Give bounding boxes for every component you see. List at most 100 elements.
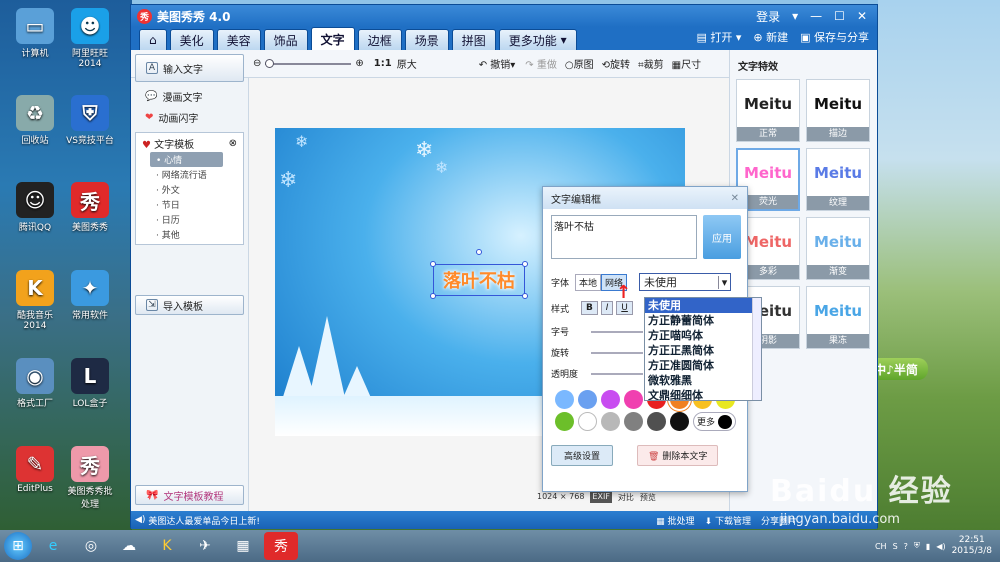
color-swatch[interactable] — [601, 390, 620, 409]
compare-button[interactable]: 对比 — [618, 492, 634, 503]
resize-handle[interactable] — [430, 293, 436, 299]
chevron-down-icon[interactable]: ▾ — [718, 275, 730, 289]
opacity-slider[interactable] — [591, 372, 643, 375]
apply-button[interactable]: 应用 — [703, 215, 741, 259]
dialog-close-icon[interactable]: ✕ — [731, 193, 739, 204]
status-tip[interactable]: 美图达人最爱单品今日上新! — [148, 514, 260, 527]
tab-more[interactable]: 更多功能 ▾ — [498, 29, 577, 50]
undo-button[interactable]: ↶ 撤销▾ — [479, 56, 516, 71]
italic-button[interactable]: I — [600, 301, 614, 315]
font-local-tab[interactable]: 本地 — [575, 273, 602, 291]
ie-icon[interactable]: e — [36, 532, 70, 560]
color-swatch[interactable] — [601, 412, 620, 431]
desktop-icon[interactable]: ⛨ VS竞技平台 — [60, 95, 120, 146]
template-item[interactable]: • 心情 — [150, 152, 223, 167]
video-icon[interactable]: ▦ — [226, 532, 260, 560]
cloud-icon[interactable]: ☁ — [112, 532, 146, 560]
desktop-icon[interactable]: ☻ 阿里旺旺 2014 — [60, 8, 120, 69]
tab-border[interactable]: 边框 — [357, 29, 402, 50]
tray-icon[interactable]: S — [893, 542, 898, 551]
exif-button[interactable]: EXIF — [590, 492, 612, 503]
desktop-icon[interactable]: K 酷我音乐 2014 — [5, 270, 65, 331]
minimize-icon[interactable]: — — [810, 9, 822, 23]
save-button[interactable]: ▣ 保存与分享 — [800, 29, 869, 45]
open-button[interactable]: ▤ 打开 ▾ — [696, 29, 741, 45]
effect-tile[interactable]: Meitu 正常 — [736, 79, 800, 142]
template-item[interactable]: · 节日 — [136, 197, 243, 212]
original-button[interactable]: ○原图 — [565, 56, 594, 71]
input-text-button[interactable]: A 输入文字 — [135, 54, 244, 82]
template-item[interactable]: · 其他 — [136, 227, 243, 242]
color-swatch[interactable] — [670, 412, 689, 431]
tab-text[interactable]: 文字 — [310, 27, 355, 50]
language-indicator[interactable]: CH — [875, 542, 887, 551]
zoom-slider-thumb[interactable] — [265, 58, 275, 68]
text-input[interactable]: 落叶不枯 — [551, 215, 697, 259]
font-option[interactable]: 方正静蕾简体 — [645, 313, 761, 328]
bold-button[interactable]: B — [581, 301, 598, 315]
meitu-taskbar-icon[interactable]: 秀 — [264, 532, 298, 560]
color-swatch[interactable] — [647, 412, 666, 431]
start-button[interactable]: ⊞ — [4, 532, 32, 560]
color-swatch[interactable] — [624, 412, 643, 431]
effect-tile[interactable]: Meitu 描边 — [806, 79, 870, 142]
tutorial-button[interactable]: 🎀 文字模板教程 — [135, 485, 244, 505]
font-option[interactable]: 方正正黑简体 — [645, 343, 761, 358]
rotate-slider[interactable] — [591, 351, 643, 354]
font-option[interactable]: 未使用 — [645, 298, 761, 313]
batch-button[interactable]: ▦ 批处理 — [656, 514, 694, 527]
template-item[interactable]: · 网络流行语 — [136, 167, 243, 182]
delete-text-button[interactable]: 🗑 删除本文字 — [637, 445, 719, 466]
new-button[interactable]: ⊕ 新建 — [753, 29, 788, 45]
effect-tile[interactable]: Meitu 纹理 — [806, 148, 870, 211]
resize-handle[interactable] — [522, 293, 528, 299]
color-swatch[interactable] — [578, 412, 597, 431]
preview-button[interactable]: 预览 — [640, 492, 656, 503]
redo-button[interactable]: ↷ 重做 — [525, 56, 557, 71]
tab-beautify[interactable]: 美化 — [169, 29, 214, 50]
font-select[interactable]: 未使用 ▾ — [639, 273, 732, 291]
home-icon[interactable]: ⌂ — [139, 29, 167, 50]
collapse-icon[interactable]: ⊗ — [229, 138, 237, 149]
font-option[interactable]: 方正准圆简体 — [645, 358, 761, 373]
underline-button[interactable]: U — [616, 301, 633, 315]
zoom-out-icon[interactable]: ⊖ — [253, 58, 261, 69]
zoom-slider[interactable] — [265, 58, 352, 68]
kuwo-icon[interactable]: K — [150, 532, 184, 560]
tab-accessories[interactable]: 饰品 — [263, 29, 308, 50]
advanced-button[interactable]: 高级设置 — [551, 445, 614, 466]
color-swatch[interactable] — [555, 390, 574, 409]
crop-button[interactable]: ⌗裁剪 — [638, 56, 664, 71]
help-icon[interactable]: ? — [904, 542, 908, 551]
login-link[interactable]: 登录 — [756, 8, 780, 25]
maximize-icon[interactable]: ☐ — [834, 9, 845, 23]
desktop-icon[interactable]: L LOL盒子 — [60, 358, 120, 409]
font-option[interactable]: 微软雅黑 — [645, 373, 761, 388]
anim-text-item[interactable]: ❤ 动画闪字 — [131, 107, 248, 128]
effect-tile[interactable]: Meitu 果冻 — [806, 286, 870, 349]
resize-handle[interactable] — [522, 261, 528, 267]
rotate-button[interactable]: ⟲旋转 — [602, 56, 630, 71]
color-swatch[interactable] — [624, 390, 643, 409]
zoom-1to1-button[interactable]: 1:1 — [374, 58, 392, 69]
tab-collage[interactable]: 拼图 — [451, 29, 496, 50]
tab-scene[interactable]: 场景 — [404, 29, 449, 50]
clock[interactable]: 22:51 2015/3/8 — [952, 535, 992, 557]
font-option[interactable]: 方正喵呜体 — [645, 328, 761, 343]
zoom-in-icon[interactable]: ⊕ — [355, 58, 363, 69]
shield-icon[interactable]: ⛨ — [914, 541, 920, 551]
plane-icon[interactable]: ✈ — [188, 532, 222, 560]
comic-text-item[interactable]: 💬 漫画文字 — [131, 86, 248, 107]
effect-tile[interactable]: Meitu 渐变 — [806, 217, 870, 280]
network-icon[interactable]: ▮ — [926, 542, 930, 551]
tab-face[interactable]: 美容 — [216, 29, 261, 50]
volume-icon[interactable]: ◀) — [936, 542, 945, 551]
desktop-icon[interactable]: ☺ 腾讯QQ — [5, 182, 65, 233]
desktop-icon[interactable]: ▭ 计算机 — [5, 8, 65, 59]
browser-icon[interactable]: ◎ — [74, 532, 108, 560]
template-item[interactable]: · 日历 — [136, 212, 243, 227]
template-item[interactable]: · 外文 — [136, 182, 243, 197]
dropdown-scrollbar[interactable] — [752, 298, 761, 400]
template-header[interactable]: ♥ 文字模板 — [142, 136, 194, 151]
import-template-button[interactable]: ⇲ 导入模板 — [135, 295, 244, 315]
